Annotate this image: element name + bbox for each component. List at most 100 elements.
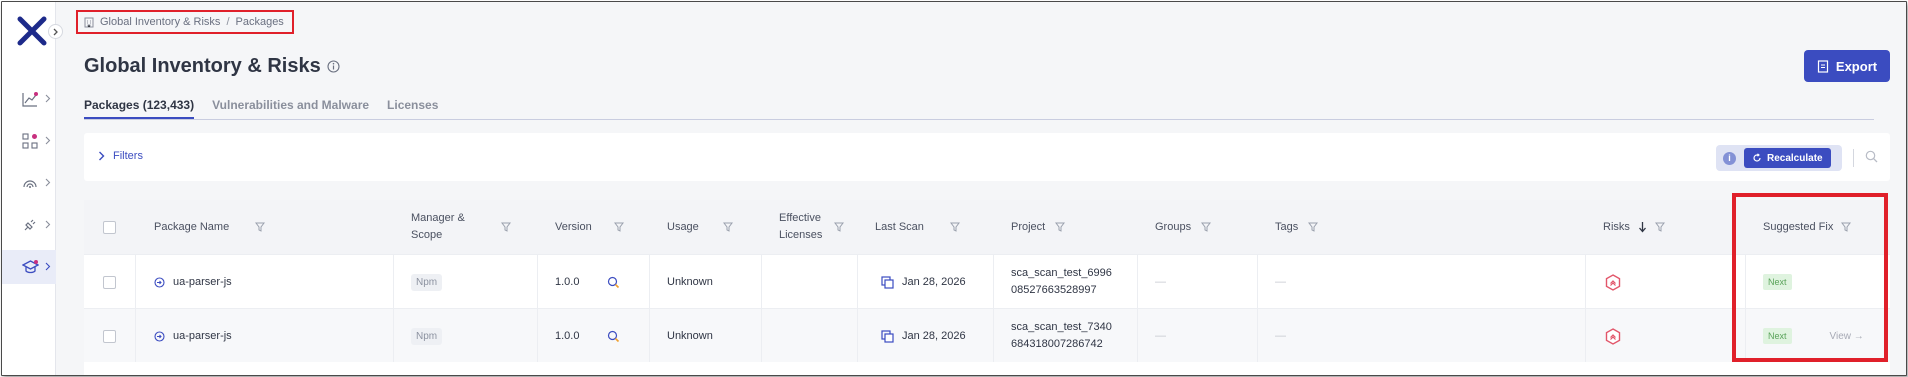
- column-divider: [857, 309, 858, 362]
- column-divider: [761, 255, 762, 308]
- filter-icon[interactable]: [834, 222, 845, 232]
- column-divider: [1257, 309, 1258, 362]
- header-suggested-fix[interactable]: Suggested Fix: [1763, 200, 1852, 254]
- filter-icon[interactable]: [500, 222, 511, 232]
- sidebar-item-integrations[interactable]: [2, 208, 56, 242]
- copy-icon[interactable]: [881, 329, 894, 343]
- sidebar-item-learning[interactable]: [2, 250, 56, 284]
- package-name-cell[interactable]: ua-parser-js: [154, 255, 232, 309]
- manager-cell: Npm: [411, 255, 443, 309]
- breadcrumb-item-inventory[interactable]: Global Inventory & Risks: [100, 16, 220, 28]
- graduation-cap-icon: [22, 260, 39, 274]
- header-groups[interactable]: Groups: [1155, 200, 1212, 254]
- version-cell: 1.0.0: [555, 255, 620, 309]
- row-checkbox[interactable]: [103, 329, 116, 343]
- groups-cell: —: [1155, 309, 1166, 363]
- suggested-fix-cell: Next View →: [1763, 309, 1864, 363]
- filter-icon[interactable]: [1841, 222, 1852, 232]
- filters-label: Filters: [113, 150, 143, 162]
- column-divider: [1745, 309, 1746, 362]
- filter-icon[interactable]: [949, 222, 960, 232]
- filter-icon[interactable]: [1654, 222, 1665, 232]
- header-usage[interactable]: Usage: [667, 200, 733, 254]
- risk-hexagon-icon[interactable]: [1605, 273, 1621, 291]
- recalculate-button[interactable]: Recalculate: [1744, 148, 1831, 168]
- next-badge[interactable]: Next: [1763, 274, 1792, 290]
- sidebar-expand-button[interactable]: [48, 24, 63, 39]
- header-label-line: Manager &: [411, 212, 465, 224]
- column-divider: [1585, 255, 1586, 308]
- tab-licenses[interactable]: Licenses: [387, 98, 438, 119]
- column-divider: [1585, 309, 1586, 362]
- export-icon: [1817, 59, 1829, 73]
- header-manager-scope[interactable]: Manager & Scope: [411, 200, 511, 254]
- header-package-name[interactable]: Package Name: [154, 200, 266, 254]
- version-search-icon[interactable]: [607, 276, 620, 289]
- view-fix-link[interactable]: View →: [1830, 331, 1864, 342]
- risk-hexagon-icon[interactable]: [1605, 327, 1621, 345]
- groups-cell: —: [1155, 255, 1166, 309]
- sidebar-item-applications[interactable]: [2, 124, 56, 158]
- tab-packages[interactable]: Packages (123,433): [84, 98, 195, 119]
- header-project[interactable]: Project: [1011, 200, 1066, 254]
- header-label: Last Scan: [875, 221, 924, 233]
- last-scan-cell: Jan 28, 2026: [881, 309, 966, 363]
- copy-icon[interactable]: [881, 275, 894, 289]
- package-name[interactable]: ua-parser-js: [173, 276, 232, 288]
- filters-toggle[interactable]: Filters: [98, 150, 143, 162]
- table-row[interactable]: ua-parser-js Npm 1.0.0 Unknown Jan 28, 2…: [84, 308, 1890, 362]
- filter-bar: Filters i Recalculate: [84, 133, 1890, 181]
- filter-icon[interactable]: [613, 222, 624, 232]
- logo-x-icon[interactable]: [16, 15, 48, 47]
- export-button[interactable]: Export: [1804, 50, 1890, 82]
- project-cell[interactable]: sca_scan_test_6996 08527663528997: [1011, 255, 1112, 309]
- column-divider: [993, 255, 994, 308]
- column-divider: [761, 309, 762, 362]
- column-divider: [993, 309, 994, 362]
- building-icon: [84, 17, 94, 27]
- package-icon: [154, 276, 165, 288]
- row-select-cell: [103, 309, 116, 363]
- header-label: Risks: [1603, 221, 1630, 233]
- breadcrumb-separator: /: [226, 16, 230, 28]
- search-icon[interactable]: [1865, 150, 1878, 163]
- column-divider: [857, 255, 858, 308]
- sidebar-item-monitoring[interactable]: [2, 166, 56, 200]
- row-checkbox[interactable]: [103, 275, 116, 289]
- tab-vulnerabilities[interactable]: Vulnerabilities and Malware: [212, 98, 369, 119]
- header-version[interactable]: Version: [555, 200, 624, 254]
- manager-cell: Npm: [411, 309, 443, 363]
- version-search-icon[interactable]: [607, 330, 620, 343]
- filter-icon[interactable]: [255, 222, 266, 232]
- breadcrumb-item-packages[interactable]: Packages: [236, 16, 284, 28]
- sidebar-item-analytics[interactable]: [2, 82, 56, 116]
- header-tags[interactable]: Tags: [1275, 200, 1319, 254]
- info-icon[interactable]: i: [1723, 151, 1736, 165]
- project-value[interactable]: sca_scan_test_6996 08527663528997: [1011, 265, 1112, 299]
- project-line: sca_scan_test_6996: [1011, 267, 1112, 279]
- filter-icon[interactable]: [1308, 222, 1319, 232]
- package-name-cell[interactable]: ua-parser-js: [154, 309, 232, 363]
- column-divider: [537, 255, 538, 308]
- info-icon[interactable]: [327, 60, 340, 73]
- filter-icon[interactable]: [1055, 222, 1066, 232]
- table-row[interactable]: ua-parser-js Npm 1.0.0 Unknown Jan 28, 2…: [84, 254, 1890, 308]
- header-risks[interactable]: Risks: [1603, 200, 1665, 254]
- last-scan-cell: Jan 28, 2026: [881, 255, 966, 309]
- filter-icon[interactable]: [1201, 222, 1212, 232]
- filter-icon[interactable]: [722, 222, 733, 232]
- project-line: 08527663528997: [1011, 284, 1097, 296]
- project-cell[interactable]: sca_scan_test_7340 684318007286742: [1011, 309, 1112, 363]
- version-value: 1.0.0: [555, 276, 580, 288]
- package-icon: [154, 330, 165, 342]
- radar-icon: [23, 180, 37, 188]
- next-badge[interactable]: Next: [1763, 328, 1792, 344]
- project-value[interactable]: sca_scan_test_7340 684318007286742: [1011, 319, 1112, 353]
- select-all-checkbox[interactable]: [103, 220, 116, 234]
- column-divider: [135, 255, 136, 308]
- header-last-scan[interactable]: Last Scan: [875, 200, 960, 254]
- header-effective-licenses[interactable]: Effective Licenses: [779, 200, 845, 254]
- package-name[interactable]: ua-parser-js: [173, 330, 232, 342]
- sort-down-icon[interactable]: [1638, 221, 1647, 233]
- project-line: 684318007286742: [1011, 338, 1103, 350]
